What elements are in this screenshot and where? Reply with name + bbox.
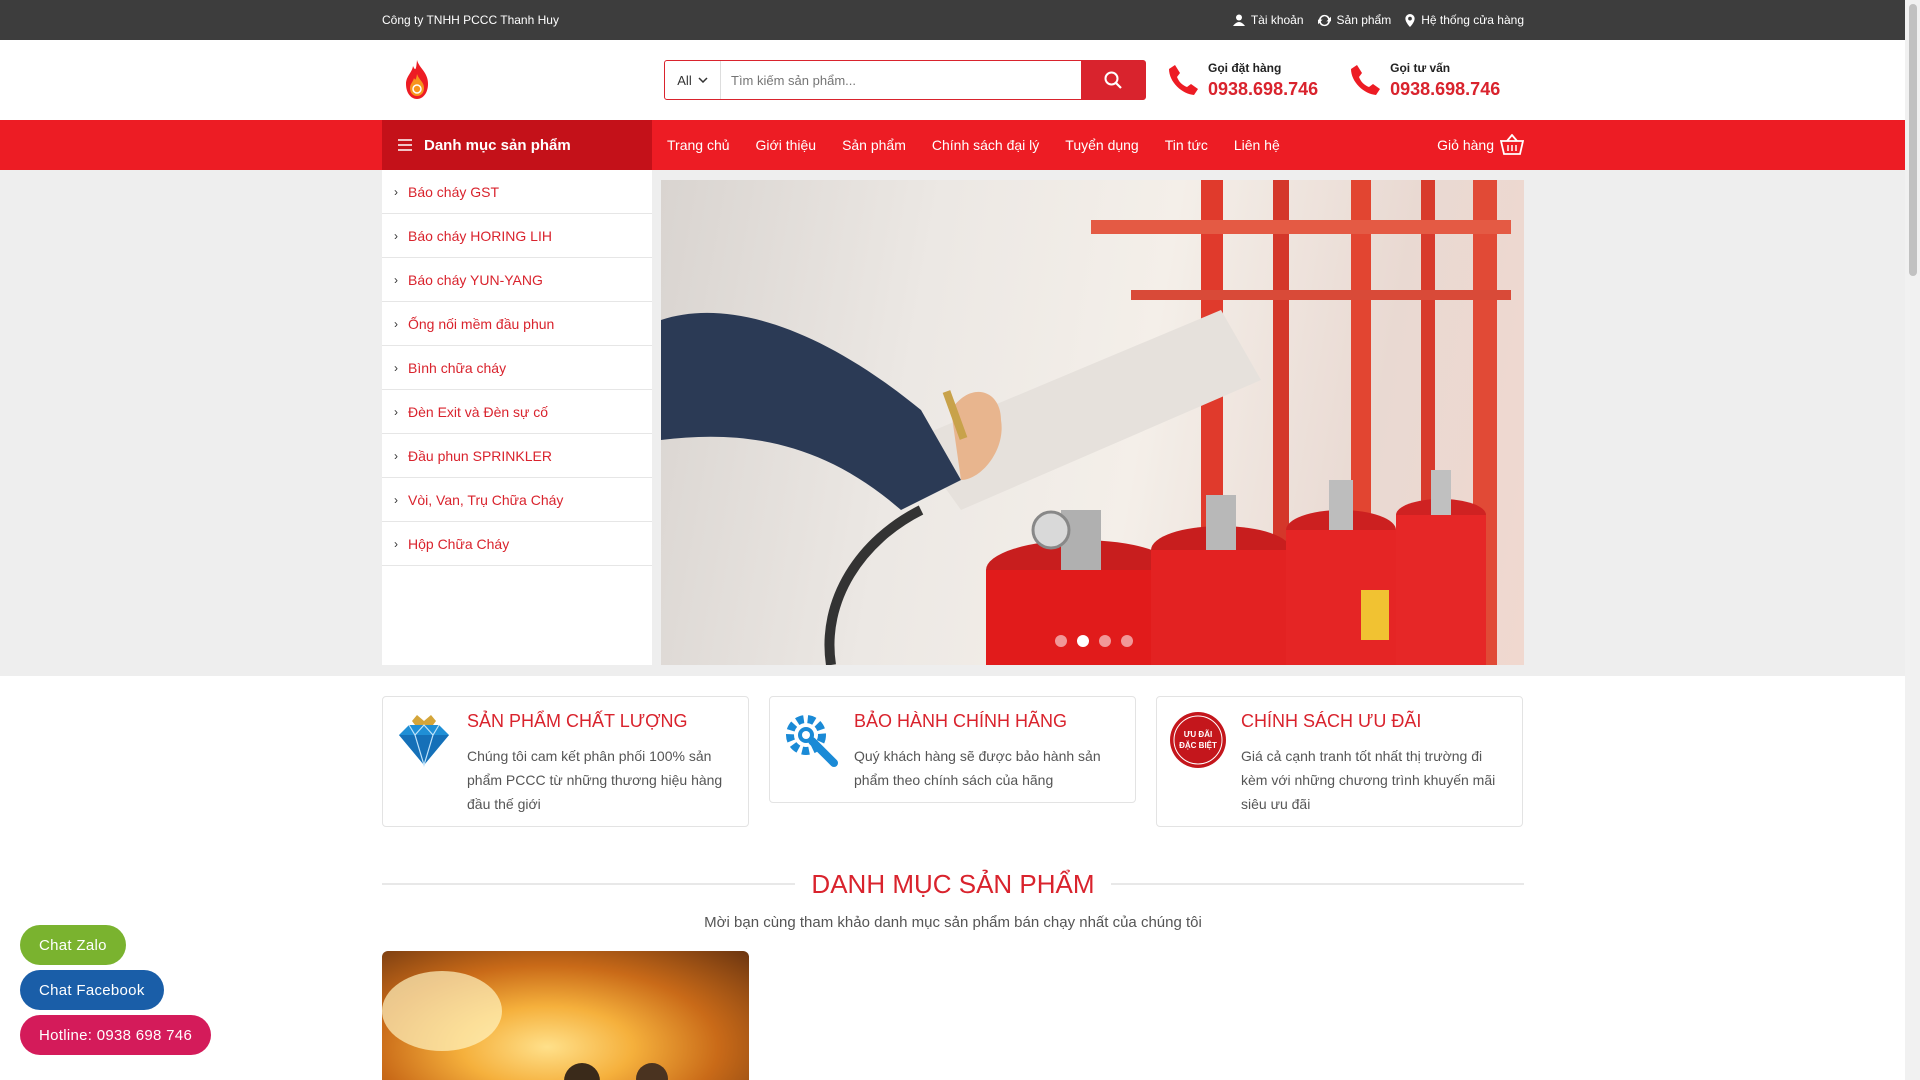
hamburger-icon [398, 139, 412, 151]
company-name: Công ty TNHH PCCC Thanh Huy [382, 13, 559, 27]
feature-offer: ƯU ĐÃI ĐẶC BIỆT CHÍNH SÁCH ƯU ĐÃI Giá cả… [1156, 696, 1523, 827]
sidebar-item-flex-hose[interactable]: › Ống nối mềm đầu phun [382, 302, 652, 346]
consult-hotline-label: Gọi tư vấn [1390, 60, 1451, 75]
sidebar-item-gst[interactable]: › Báo cháy GST [382, 170, 652, 214]
top-bar: Công ty TNHH PCCC Thanh Huy Tài khoản Sả… [0, 0, 1920, 40]
chevron-down-icon [698, 77, 708, 83]
chevron-right-icon: › [394, 492, 398, 507]
sidebar-item-sprinkler[interactable]: › Đầu phun SPRINKLER [382, 434, 652, 478]
user-icon [1232, 14, 1245, 26]
slider-dots [1055, 635, 1133, 647]
slider-dot-2[interactable] [1077, 635, 1089, 647]
wrench-gear-icon [786, 715, 838, 767]
feature-quality-text: Chúng tôi cam kết phân phối 100% sản phẩ… [467, 748, 723, 812]
phone-icon [1169, 65, 1198, 95]
refresh-icon [1317, 14, 1331, 26]
header: All Gọi đặt hàng 0938.698.746 Gọi tư vấn… [0, 40, 1920, 120]
feature-offer-text: Giá cả cạnh tranh tốt nhất thị trường đi… [1241, 748, 1496, 812]
chat-facebook-button[interactable]: Chat Facebook [20, 970, 164, 1010]
cart-link[interactable]: Giỏ hàng [1437, 134, 1524, 156]
chevron-right-icon: › [394, 448, 398, 463]
hotline-button[interactable]: Hotline: 0938 698 746 [20, 1015, 212, 1055]
hero-slider[interactable] [661, 180, 1524, 665]
hero-image-fire-extinguishers [661, 180, 1511, 665]
main-nav: Danh mục sản phẩm Trang chủ Giới thiệu S… [0, 120, 1905, 170]
firefighters-image [382, 971, 668, 1080]
consult-hotline[interactable]: Gọi tư vấn 0938.698.746 [1350, 61, 1500, 100]
sidebar-item-horing-lih[interactable]: › Báo cháy HORING LIH [382, 214, 652, 258]
chevron-right-icon: › [394, 360, 398, 375]
consult-hotline-number: 0938.698.746 [1390, 78, 1501, 99]
nav-about[interactable]: Giới thiệu [756, 137, 817, 153]
search-input[interactable] [721, 61, 1081, 99]
chevron-right-icon: › [394, 536, 398, 551]
offer-badge-line2: ĐẶC BIỆT [1179, 741, 1217, 750]
order-hotline-number: 0938.698.746 [1208, 78, 1319, 99]
feature-offer-title: CHÍNH SÁCH ƯU ĐÃI [1241, 711, 1422, 731]
nav-agent-policy[interactable]: Chính sách đại lý [932, 137, 1039, 153]
page-scrollbar[interactable] [1905, 0, 1920, 1080]
nav-contact[interactable]: Liên hệ [1234, 137, 1280, 153]
basket-icon [1500, 134, 1524, 155]
chevron-right-icon: › [394, 404, 398, 419]
diamond-icon [399, 715, 449, 768]
order-hotline[interactable]: Gọi đặt hàng 0938.698.746 [1168, 61, 1318, 100]
account-link[interactable]: Tài khoản [1232, 13, 1304, 27]
sidebar-item-exit-light[interactable]: › Đèn Exit và Đèn sự cố [382, 390, 652, 434]
category-section-header: DANH MỤC SẢN PHẨM Mời bạn cùng tham khảo… [382, 869, 1524, 931]
chevron-right-icon: › [394, 316, 398, 331]
sidebar-item-hose-valve[interactable]: › Vòi, Van, Trụ Chữa Cháy [382, 478, 652, 522]
search-bar: All [664, 60, 1146, 100]
flame-logo-icon [406, 60, 428, 99]
search-category-select[interactable]: All [665, 61, 721, 99]
special-offer-badge-icon: ƯU ĐÃI ĐẶC BIỆT [1170, 712, 1226, 768]
chat-zalo-button[interactable]: Chat Zalo [20, 925, 126, 965]
nav-products[interactable]: Sản phẩm [842, 137, 906, 153]
category-card-image[interactable] [382, 951, 749, 1080]
category-menu-toggle[interactable]: Danh mục sản phẩm [382, 120, 652, 170]
hero-section: › Báo cháy GST › Báo cháy HORING LIH › Báo … [0, 170, 1905, 676]
sidebar-item-extinguisher[interactable]: › Bình chữa cháy [382, 346, 652, 390]
sidebar-item-yun-yang[interactable]: › Báo cháy YUN-YANG [382, 258, 652, 302]
slider-dot-4[interactable] [1121, 635, 1133, 647]
nav-recruitment[interactable]: Tuyển dụng [1065, 137, 1138, 153]
nav-news[interactable]: Tin tức [1165, 137, 1208, 153]
offer-badge-line1: ƯU ĐÃI [1184, 730, 1212, 739]
search-button[interactable] [1081, 61, 1145, 99]
chevron-right-icon: › [394, 228, 398, 243]
feature-warranty-title: BẢO HÀNH CHÍNH HÃNG [854, 711, 1068, 731]
sidebar-item-cabinet[interactable]: › Hộp Chữa Cháy [382, 522, 652, 566]
feature-warranty: BẢO HÀNH CHÍNH HÃNG Quý khách hàng sẽ đư… [769, 696, 1136, 803]
category-section-subtitle: Mời bạn cùng tham khảo danh mục sản phẩm… [704, 914, 1202, 931]
nav-home[interactable]: Trang chủ [667, 137, 730, 153]
feature-quality: SẢN PHẨM CHẤT LƯỢNG Chúng tôi cam kết ph… [382, 696, 749, 827]
chevron-right-icon: › [394, 272, 398, 287]
site-logo[interactable] [404, 55, 474, 105]
chevron-right-icon: › [394, 184, 398, 199]
search-icon [1104, 71, 1122, 89]
feature-quality-title: SẢN PHẨM CHẤT LƯỢNG [467, 711, 688, 731]
map-pin-icon [1405, 13, 1415, 27]
products-link[interactable]: Sản phẩm [1317, 13, 1391, 27]
scrollbar-thumb[interactable] [1909, 4, 1917, 276]
category-section-title: DANH MỤC SẢN PHẨM [795, 869, 1111, 900]
stores-link[interactable]: Hệ thống cửa hàng [1405, 13, 1524, 27]
phone-icon [1351, 65, 1381, 95]
order-hotline-label: Gọi đặt hàng [1208, 60, 1282, 75]
slider-dot-3[interactable] [1099, 635, 1111, 647]
feature-warranty-text: Quý khách hàng sẽ được bảo hành sản phẩm… [854, 748, 1101, 788]
slider-dot-1[interactable] [1055, 635, 1067, 647]
category-sidebar: › Báo cháy GST › Báo cháy HORING LIH › Báo … [382, 170, 652, 665]
